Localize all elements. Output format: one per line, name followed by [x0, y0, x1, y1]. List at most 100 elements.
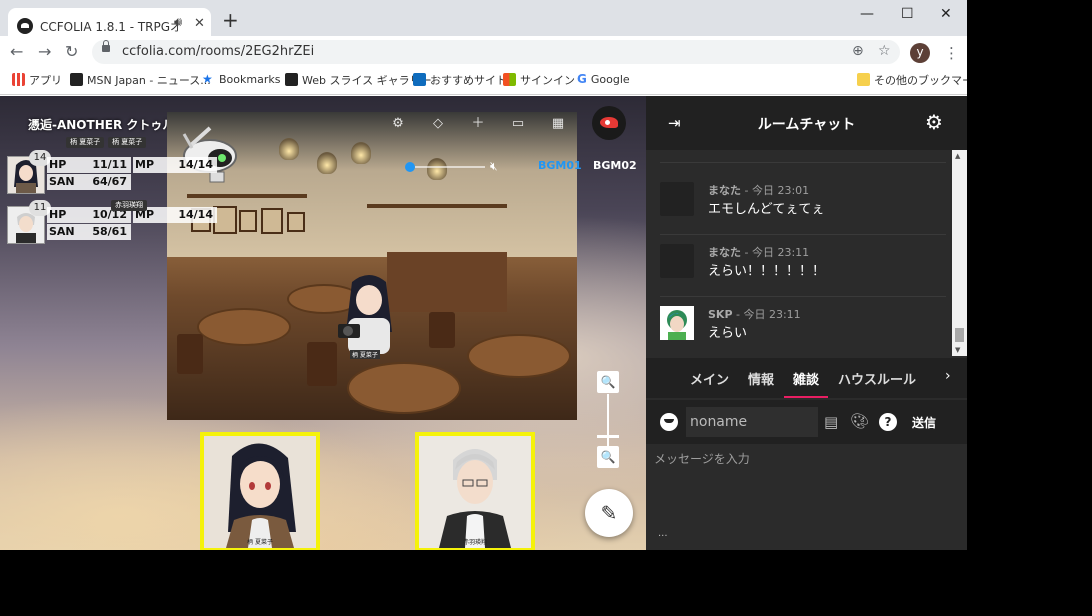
- ccfolia-logo-icon[interactable]: [592, 106, 626, 140]
- message-sender: まなた: [708, 246, 741, 259]
- message-header: まなた - 今日 23:11: [708, 244, 809, 260]
- hp-label: HP: [49, 158, 67, 171]
- star-icon[interactable]: ☆: [878, 43, 891, 59]
- volume-slider-track[interactable]: [415, 166, 485, 168]
- menu-dots-icon[interactable]: ⋮: [944, 44, 959, 62]
- tab-main[interactable]: メイン: [690, 369, 729, 388]
- screen-overlay-icon[interactable]: ▭: [509, 115, 527, 133]
- palette-icon[interactable]: 🎨︎: [850, 412, 869, 430]
- url-text: ccfolia.com/rooms/2EG2hrZEi: [122, 44, 315, 59]
- back-arrow-icon[interactable]: ←: [10, 42, 23, 61]
- scene-counter: [387, 252, 507, 312]
- bookmark-label: MSN Japan - ニュース...: [87, 74, 211, 87]
- maximize-button[interactable]: ☐: [901, 6, 914, 22]
- bookmark-signin[interactable]: サインイン: [503, 72, 575, 88]
- bookmark-recommended[interactable]: おすすめサイト: [413, 72, 507, 88]
- message-time: - 今日 23:01: [744, 184, 810, 197]
- minimize-button[interactable]: —: [860, 6, 874, 22]
- volume-slider-knob[interactable]: [405, 162, 415, 172]
- bing-icon: [413, 73, 426, 86]
- more-options[interactable]: ...: [658, 528, 668, 539]
- bookmark-other[interactable]: その他のブックマーク: [857, 72, 967, 88]
- face-icon[interactable]: [660, 413, 678, 431]
- grid-overlay-icon[interactable]: ▦: [549, 115, 567, 133]
- edit-pencil-button[interactable]: ✎: [585, 489, 633, 537]
- settings-overlay-icon[interactable]: ⚙︎: [389, 115, 407, 133]
- name-chip: 柄 夏菜子: [108, 137, 147, 148]
- chat-header: ルームチャット ⇥ ⚙: [646, 96, 967, 150]
- speaker-icon[interactable]: 🔊︎: [174, 15, 182, 30]
- room-title: 憑逅-ANOTHER クトゥルフ: [28, 118, 187, 132]
- address-bar[interactable]: ccfolia.com/rooms/2EG2hrZEi ⊕ ☆: [92, 40, 900, 64]
- bgm02-button[interactable]: BGM02: [593, 159, 637, 172]
- zoom-slider-knob[interactable]: [597, 435, 619, 438]
- bookmark-label: Bookmarks: [219, 73, 281, 86]
- chat-tabs: メイン 情報 雑談 ハウスルール: [646, 358, 967, 398]
- close-window-button[interactable]: ✕: [940, 6, 952, 22]
- bookmark-google[interactable]: G Google: [577, 72, 630, 86]
- zoom-in-button[interactable]: 🔍: [597, 371, 619, 393]
- san-label: SAN: [49, 225, 75, 238]
- add-overlay-icon[interactable]: ＋: [469, 115, 487, 133]
- list-icon[interactable]: ▤: [824, 413, 838, 431]
- tab-title: CCFOLIA 1.8.1 - TRPGオンライ: [40, 20, 180, 34]
- bookmark-label: おすすめサイト: [430, 74, 507, 87]
- msn-icon: [70, 73, 83, 86]
- character-standing-portrait[interactable]: 赤羽瑛翔: [415, 432, 535, 550]
- chat-scrollbar[interactable]: ▲ ▼: [952, 150, 967, 356]
- scroll-up-icon[interactable]: ▲: [955, 152, 960, 160]
- message-time: - 今日 23:11: [736, 308, 801, 321]
- bgm01-button[interactable]: BGM01: [538, 159, 582, 172]
- bookmark-label: サインイン: [520, 74, 575, 87]
- chevron-right-icon[interactable]: ›: [945, 368, 951, 384]
- scene-chair: [177, 334, 203, 374]
- zoom-slider-track[interactable]: [607, 394, 609, 446]
- new-tab-button[interactable]: +: [222, 10, 239, 30]
- portrait-label: 赤羽瑛翔: [462, 539, 487, 546]
- gear-icon[interactable]: ⚙: [925, 110, 943, 134]
- character-status-card[interactable]: 14 HP 11/11 MP 14/14 SAN 64/67: [7, 150, 217, 194]
- message-sender: SKP: [708, 308, 733, 321]
- browser-toolbar: ← → ↻ ccfolia.com/rooms/2EG2hrZEi ⊕ ☆: [0, 36, 967, 68]
- message-input[interactable]: メッセージを入力: [646, 444, 967, 518]
- character-name-field[interactable]: [686, 407, 818, 437]
- message-text: えらい！！！！！！: [708, 264, 826, 279]
- message-time: - 今日 23:11: [744, 246, 810, 259]
- san-value: 64/67: [92, 175, 127, 188]
- scroll-down-icon[interactable]: ▼: [955, 346, 960, 354]
- layer-overlay-icon[interactable]: ◇: [429, 115, 447, 133]
- list-item: [660, 150, 946, 163]
- bookmark-apps[interactable]: アプリ: [12, 72, 62, 88]
- mp-stat: MP 14/14: [133, 157, 217, 173]
- pencil-icon: ✎: [600, 501, 618, 525]
- active-tab-indicator: [784, 396, 828, 398]
- mute-icon[interactable]: 🔇︎: [490, 159, 498, 174]
- tab-house-rules[interactable]: ハウスルール: [838, 369, 916, 388]
- scrollbar-thumb[interactable]: [955, 328, 964, 342]
- send-button[interactable]: 送信: [912, 414, 936, 431]
- bookmark-bookmarks[interactable]: ★ Bookmarks: [202, 72, 280, 86]
- bookmark-web-slice[interactable]: Web スライス ギャラリー: [285, 72, 432, 88]
- folder-icon: [857, 73, 870, 86]
- character-status-card[interactable]: 11 HP 10/12 MP 14/14 SAN 58/61: [7, 200, 217, 244]
- forward-arrow-icon[interactable]: →: [38, 42, 51, 61]
- bookmarks-bar: アプリ MSN Japan - ニュース... ★ Bookmarks Web ス…: [0, 68, 967, 95]
- tab-close-button[interactable]: ✕: [194, 16, 205, 31]
- mp-value: 14/14: [178, 208, 213, 221]
- collapse-panel-icon[interactable]: ⇥: [668, 114, 681, 132]
- help-icon[interactable]: ?: [879, 413, 897, 431]
- zoom-out-button[interactable]: 🔍: [597, 446, 619, 468]
- tab-info[interactable]: 情報: [748, 369, 774, 388]
- bookmark-msn[interactable]: MSN Japan - ニュース...: [70, 72, 211, 88]
- character-token[interactable]: [334, 272, 404, 358]
- chat-message: まなた - 今日 23:01 エモしんどてぇてぇ: [660, 174, 946, 235]
- character-standing-portrait[interactable]: 柄 夏菜子: [200, 432, 320, 550]
- chat-message: まなた - 今日 23:11 えらい！！！！！！: [660, 236, 946, 297]
- ccfolia-favicon-icon: [17, 18, 33, 34]
- add-icon[interactable]: ⊕: [852, 43, 864, 59]
- reload-icon[interactable]: ↻: [65, 42, 78, 61]
- profile-avatar[interactable]: y: [910, 43, 930, 63]
- tab-chat[interactable]: 雑談: [793, 369, 819, 388]
- game-board[interactable]: 憑逅-ANOTHER クトゥルフ ⚙︎ ◇ ＋ ▭ ▦ 柄 夏菜子 14 HP …: [0, 96, 646, 550]
- scene-frame: [261, 208, 283, 234]
